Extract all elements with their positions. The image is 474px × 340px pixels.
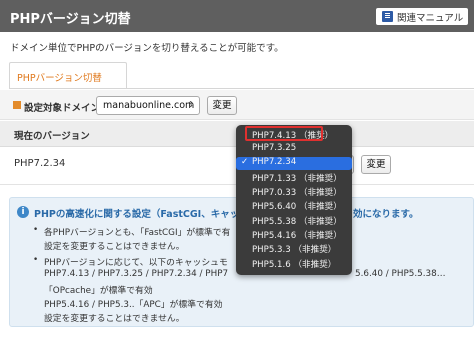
target-domain-label: 設定対象ドメイン xyxy=(24,103,101,114)
info-line: 各PHPバージョンとも、「FastCGI」が標準で有 xyxy=(44,228,231,238)
tab-php-version[interactable]: PHPバージョン切替 xyxy=(9,62,127,88)
book-icon xyxy=(382,11,393,22)
current-version-value: PHP7.2.34 xyxy=(14,158,66,169)
info-line: PHP7.4.13 / PHP7.3.25 / PHP7.2.34 / PHP7 xyxy=(44,269,229,279)
tab-label: PHPバージョン切替 xyxy=(17,73,102,84)
square-bullet-icon xyxy=(13,101,21,109)
version-change-button[interactable]: 変更 xyxy=(361,155,391,174)
check-icon: ✓ xyxy=(241,157,249,167)
domain-select-value: manabuonline.com xyxy=(103,100,195,111)
dropdown-option[interactable]: PHP5.4.16 （非推奨） xyxy=(236,229,352,241)
domain-change-button[interactable]: 変更 xyxy=(207,96,237,115)
info-line: 設定を変更することはできません。 xyxy=(44,314,185,324)
info-line: 設定を変更することはできません。 xyxy=(44,242,185,252)
info-line: PHPバージョンに応じて、以下のキャッシュモ xyxy=(44,258,228,268)
bullet: • xyxy=(33,255,39,265)
page-title: PHPバージョン切替 xyxy=(10,12,131,27)
dropdown-option[interactable]: PHP7.3.25 xyxy=(236,143,352,155)
info-line: 「OPcache」が標準で有効 xyxy=(44,286,153,296)
info-icon: i xyxy=(17,206,29,218)
manual-button-label: 関連マニュアル xyxy=(397,13,464,24)
dropdown-option-selected[interactable]: ✓ PHP7.2.34 xyxy=(236,157,352,170)
dropdown-option[interactable]: PHP5.1.6 （非推奨） xyxy=(236,258,352,270)
version-dropdown-menu: PHP7.4.13 （推奨） PHP7.3.25 ✓ PHP7.2.34 PHP… xyxy=(236,125,352,275)
chevron-updown-icon: ⇕ xyxy=(187,100,194,109)
bullet: • xyxy=(33,225,39,235)
current-version-title: 現在のバージョン xyxy=(14,131,90,142)
tab-divider xyxy=(9,88,474,89)
recommended-highlight-box xyxy=(245,126,323,141)
dropdown-option[interactable]: PHP5.5.38 （非推奨） xyxy=(236,215,352,227)
dropdown-option[interactable]: PHP7.0.33 （非推奨） xyxy=(236,186,352,198)
info-title-tail: 効になります。 xyxy=(353,209,419,220)
info-line: PHP5.4.16 / PHP5.3..「APC」が標準で有効 xyxy=(44,300,223,310)
domain-select[interactable]: manabuonline.com ⇕ xyxy=(96,96,200,115)
page-description: ドメイン単位でPHPのバージョンを切り替えることが可能です。 xyxy=(10,43,284,54)
info-line-tail: 5.6.40 / PHP5.5.38… xyxy=(355,269,446,279)
dropdown-option[interactable]: PHP5.3.3 （非推奨） xyxy=(236,243,352,255)
manual-button[interactable]: 関連マニュアル xyxy=(376,8,468,25)
dropdown-option[interactable]: PHP7.1.33 （非推奨） xyxy=(236,172,352,184)
info-title: PHPの高速化に関する設定（FastCGI、キャッ xyxy=(34,209,240,220)
dropdown-option[interactable]: PHP5.6.40 （非推奨） xyxy=(236,200,352,212)
